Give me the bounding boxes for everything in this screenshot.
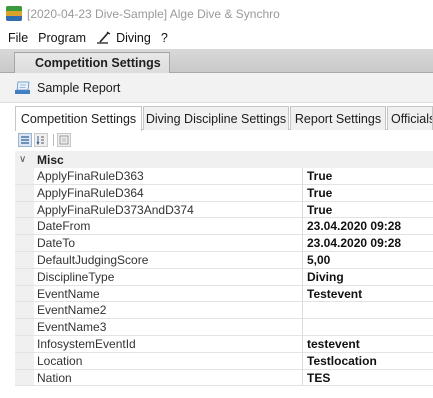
property-name: DateFrom <box>37 218 303 235</box>
menu-program[interactable]: Program <box>33 31 91 45</box>
property-name: Location <box>37 352 303 369</box>
property-value[interactable]: True <box>307 168 332 184</box>
property-name: EventName3 <box>37 319 303 335</box>
property-row[interactable]: InfosystemEventId testevent <box>15 335 433 353</box>
property-value[interactable]: True <box>307 202 332 218</box>
row-gutter <box>15 201 34 218</box>
row-gutter <box>15 369 34 386</box>
menu-bar: File Program Diving ? <box>0 27 433 49</box>
property-name: ApplyFinaRuleD373AndD374 <box>37 201 303 218</box>
property-row[interactable]: ApplyFinaRuleD364 True <box>15 184 433 202</box>
property-row[interactable]: EventName Testevent <box>15 285 433 303</box>
property-grid: ApplyFinaRuleD363 True ApplyFinaRuleD364… <box>15 168 433 387</box>
property-row[interactable]: Location Testlocation <box>15 352 433 370</box>
property-row[interactable]: EventName3 <box>15 319 433 336</box>
property-row[interactable]: Nation TES <box>15 369 433 387</box>
property-row[interactable]: ApplyFinaRuleD363 True <box>15 168 433 185</box>
menu-diving[interactable]: Diving <box>91 31 156 45</box>
property-value[interactable]: Testevent <box>307 286 362 302</box>
row-gutter <box>15 319 34 335</box>
category-misc[interactable]: ∨ Misc <box>15 151 433 168</box>
property-row[interactable]: DisciplineType Diving <box>15 268 433 286</box>
property-name: Nation <box>37 369 303 386</box>
tab-officials[interactable]: Officials <box>387 106 433 130</box>
property-name: DefaultJudgingScore <box>37 251 303 268</box>
row-gutter <box>15 251 34 268</box>
property-name: EventName <box>37 285 303 302</box>
row-gutter <box>15 218 34 235</box>
property-name: InfosystemEventId <box>37 335 303 352</box>
toolbar: Sample Report <box>0 73 433 103</box>
property-name: EventName2 <box>37 302 303 319</box>
report-icon <box>15 81 30 94</box>
property-row[interactable]: DateFrom 23.04.2020 09:28 <box>15 218 433 236</box>
property-row[interactable]: EventName2 <box>15 302 433 320</box>
categorized-sort-icon[interactable] <box>18 133 32 147</box>
row-gutter <box>15 285 34 302</box>
property-value[interactable]: 23.04.2020 09:28 <box>307 235 401 251</box>
alphabetical-sort-icon[interactable] <box>34 133 48 147</box>
tab-competition-settings[interactable]: Competition Settings <box>15 106 142 131</box>
tab-diving-discipline-settings[interactable]: Diving Discipline Settings <box>143 106 289 130</box>
menu-help[interactable]: ? <box>156 31 173 45</box>
diving-icon <box>97 31 111 44</box>
row-gutter <box>15 168 34 184</box>
property-value[interactable]: TES <box>307 370 330 386</box>
grid-toolbar-separator <box>53 134 54 146</box>
property-name: DisciplineType <box>37 268 303 285</box>
property-name: ApplyFinaRuleD364 <box>37 184 303 201</box>
document-tab-strip: Competition Settings <box>0 49 433 73</box>
row-gutter <box>15 335 34 352</box>
property-value[interactable]: 5,00 <box>307 252 330 268</box>
chevron-down-icon[interactable]: ∨ <box>19 154 29 165</box>
property-grid-toolbar <box>15 130 433 150</box>
document-tab-competition-settings[interactable]: Competition Settings <box>14 52 170 73</box>
property-value[interactable]: Testlocation <box>307 353 377 369</box>
category-label: Misc <box>37 152 64 167</box>
menu-diving-label: Diving <box>116 31 151 45</box>
property-value[interactable]: True <box>307 185 332 201</box>
title-bar: [2020-04-23 Dive-Sample] Alge Dive & Syn… <box>0 0 433 27</box>
property-value[interactable]: 23.04.2020 09:28 <box>307 218 401 234</box>
sample-report-button[interactable]: Sample Report <box>14 81 120 95</box>
row-gutter <box>15 235 34 251</box>
property-row[interactable]: DefaultJudgingScore 5,00 <box>15 251 433 269</box>
settings-tabs: Competition Settings Diving Discipline S… <box>15 106 433 131</box>
window-title: [2020-04-23 Dive-Sample] Alge Dive & Syn… <box>27 6 280 21</box>
property-row[interactable]: DateTo 23.04.2020 09:28 <box>15 235 433 252</box>
property-name: DateTo <box>37 235 303 251</box>
app-logo-icon <box>6 6 22 21</box>
property-name: ApplyFinaRuleD363 <box>37 168 303 184</box>
menu-file[interactable]: File <box>3 31 33 45</box>
property-row[interactable]: ApplyFinaRuleD373AndD374 True <box>15 201 433 219</box>
sample-report-label: Sample Report <box>37 80 121 95</box>
property-value[interactable]: testevent <box>307 336 360 352</box>
row-gutter <box>15 268 34 285</box>
row-gutter <box>15 352 34 369</box>
row-gutter <box>15 302 34 319</box>
row-gutter <box>15 184 34 201</box>
tab-report-settings[interactable]: Report Settings <box>290 106 386 130</box>
property-value[interactable]: Diving <box>307 269 344 285</box>
property-pages-icon[interactable] <box>57 133 71 147</box>
